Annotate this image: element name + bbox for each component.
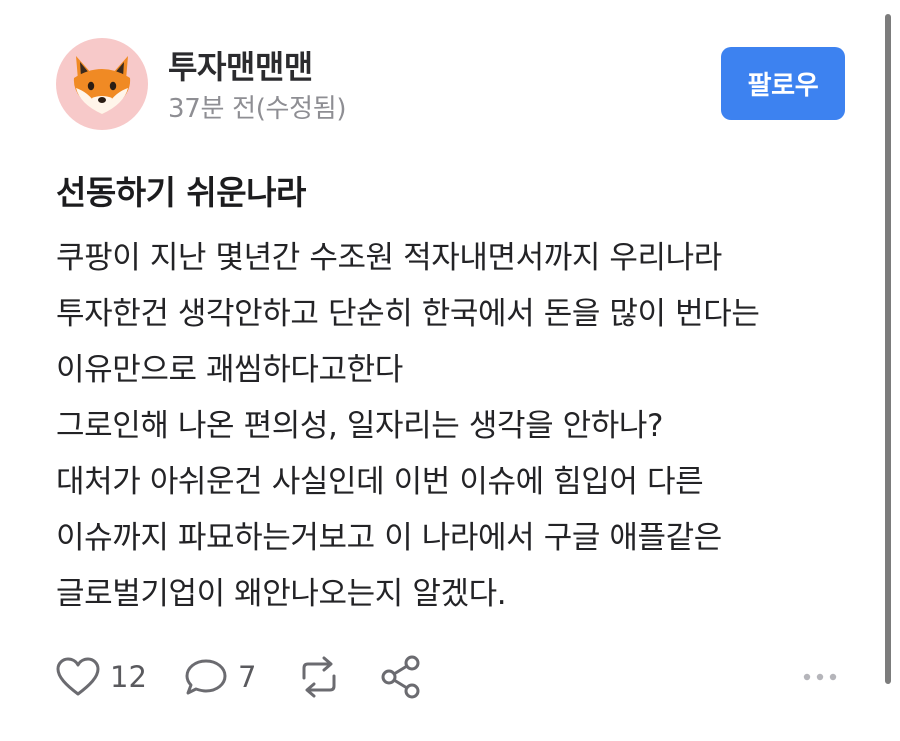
repost-icon	[302, 656, 336, 698]
post-title: 선동하기 쉬운나라	[56, 173, 306, 212]
avatar[interactable]	[56, 38, 148, 130]
scrollbar[interactable]	[885, 14, 891, 684]
more-options-button[interactable]	[802, 655, 838, 699]
comment-button[interactable]: 7	[184, 655, 256, 699]
post-line: 글로벌기업이 왜안나오는지 알겠다.	[56, 576, 507, 612]
post-line: 이유만으로 괘씸하다고한다	[56, 352, 403, 388]
comment-bubble-icon	[185, 659, 227, 695]
post-timestamp: 37분 전(수정됨)	[168, 94, 347, 124]
post-line: 대처가 아쉬운건 사실인데 이번 이슈에 힘입어 다른	[56, 464, 704, 500]
fox-icon	[73, 56, 131, 114]
like-button[interactable]: 12	[56, 655, 147, 699]
post-line: 그로인해 나온 편의성, 일자리는 생각을 안하나?	[56, 408, 664, 444]
author-name[interactable]: 투자맨맨맨	[168, 42, 313, 88]
follow-button[interactable]: 팔로우	[721, 47, 845, 120]
repost-button[interactable]	[296, 655, 342, 699]
post-line: 투자한건 생각안하고 단순히 한국에서 돈을 많이 번다는	[56, 296, 760, 332]
share-button[interactable]	[380, 655, 422, 699]
comment-count: 7	[238, 660, 257, 694]
more-dots-icon	[803, 673, 837, 681]
post-line: 쿠팡이 지난 몇년간 수조원 적자내면서까지 우리나라	[56, 240, 722, 276]
post-line: 이슈까지 파묘하는거보고 이 나라에서 구글 애플같은	[56, 520, 722, 556]
post-actions: 12 7	[56, 655, 846, 699]
post-body: 쿠팡이 지난 몇년간 수조원 적자내면서까지 우리나라 투자한건 생각안하고 단…	[56, 230, 856, 622]
heart-icon	[56, 657, 100, 696]
like-count: 12	[110, 660, 147, 694]
share-icon	[381, 655, 420, 699]
